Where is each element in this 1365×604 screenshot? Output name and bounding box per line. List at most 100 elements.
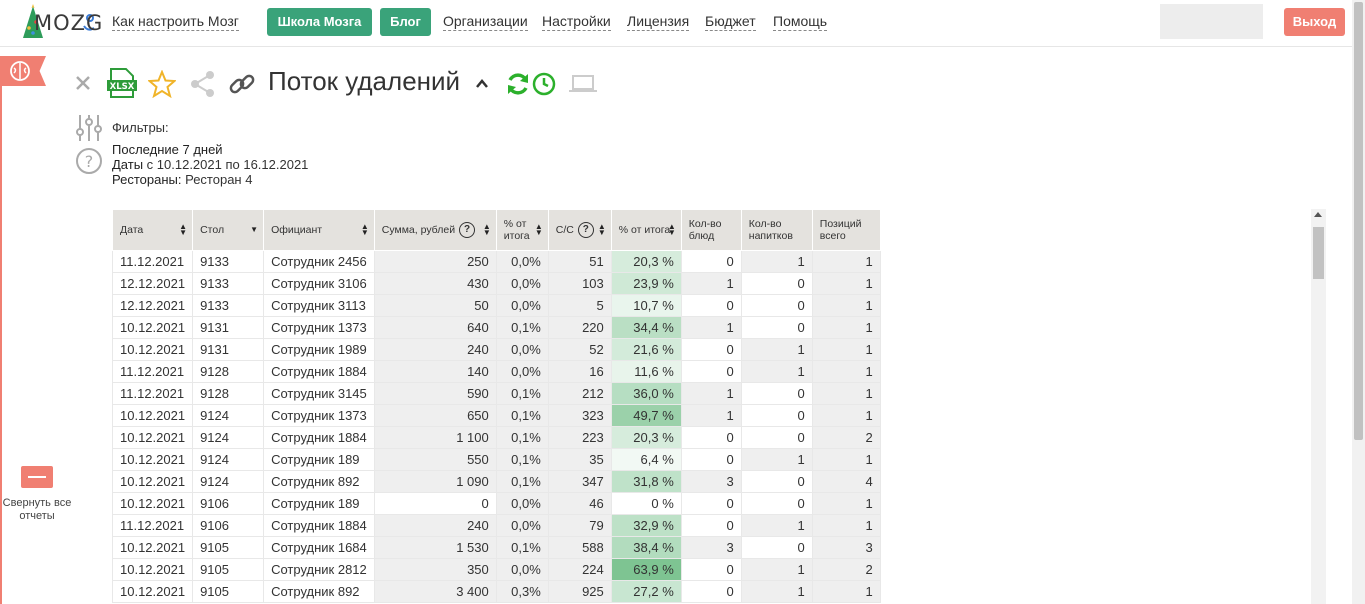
cell-positions: 1 <box>811 250 881 273</box>
collapse-report-button[interactable] <box>474 76 490 92</box>
column-header-sum[interactable]: Сумма, рублей? ▲ ▼ <box>373 209 497 251</box>
table-row[interactable]: 10.12.2021 9124 Сотрудник 1373 650 0,1% 323 49… <box>112 404 881 427</box>
cell-cost-percent: 34,4 % <box>610 316 682 339</box>
cell-dishes: 0 <box>680 294 742 317</box>
column-header-sum-percent[interactable]: % от итога ▲ ▼ <box>495 209 549 251</box>
table-row[interactable]: 11.12.2021 9128 Сотрудник 1884 140 0,0% 16 11,… <box>112 360 881 383</box>
table-row[interactable]: 10.12.2021 9131 Сотрудник 1989 240 0,0% 52 21,… <box>112 338 881 361</box>
mozg-logo[interactable]: MOZG <box>20 4 102 40</box>
cell-sum-percent: 0,1% <box>495 426 549 449</box>
organizations-link[interactable]: Организации <box>443 13 528 31</box>
clock-icon <box>532 72 556 96</box>
collapse-all-reports[interactable]: Свернуть все отчеты <box>2 466 72 523</box>
cell-date: 10.12.2021 <box>112 316 194 339</box>
cell-cost-percent: 23,9 % <box>610 272 682 295</box>
page-scrollbar-thumb[interactable] <box>1354 2 1363 440</box>
cell-waiter: Сотрудник 892 <box>263 580 375 603</box>
sort-icon: ▲ ▼ <box>667 222 676 237</box>
school-button[interactable]: Школа Мозга <box>267 8 372 36</box>
cell-waiter: Сотрудник 3106 <box>263 272 375 295</box>
logout-button[interactable]: Выход <box>1284 8 1345 36</box>
help-link[interactable]: Помощь <box>773 13 828 31</box>
page-scrollbar[interactable] <box>1352 0 1365 604</box>
scroll-up-arrow-icon[interactable] <box>1314 212 1322 217</box>
filter-dates-value: с 10.12.2021 по 16.12.2021 <box>146 157 309 172</box>
column-header-cost[interactable]: С/С? ▲ ▼ <box>547 209 612 251</box>
help-circle-icon[interactable]: ? <box>577 222 594 238</box>
cell-cost: 212 <box>547 382 612 405</box>
help-button[interactable]: ? <box>75 147 103 175</box>
cell-waiter: Сотрудник 2812 <box>263 558 375 581</box>
cell-waiter: Сотрудник 2456 <box>263 250 375 273</box>
budget-link[interactable]: Бюджет <box>705 13 756 31</box>
cell-cost: 103 <box>547 272 612 295</box>
sort-icon: ▲ ▼ <box>534 222 543 237</box>
cell-drinks: 0 <box>740 316 813 339</box>
cell-sum: 590 <box>373 382 497 405</box>
filters-label: Фильтры: <box>112 120 169 135</box>
table-row[interactable]: 10.12.2021 9106 Сотрудник 189 0 0,0% 46 0 % 0 0 1 <box>112 492 881 515</box>
present-button[interactable] <box>568 74 598 94</box>
cell-sum: 50 <box>373 294 497 317</box>
cell-cost: 52 <box>547 338 612 361</box>
table-row[interactable]: 12.12.2021 9133 Сотрудник 3113 50 0,0% 5 10,7 … <box>112 294 881 317</box>
table-row[interactable]: 12.12.2021 9133 Сотрудник 3106 430 0,0% 103 23… <box>112 272 881 295</box>
column-header-cost-percent[interactable]: % от итога ▲ ▼ <box>610 209 682 251</box>
column-header-label: Дата <box>120 224 144 236</box>
cell-waiter: Сотрудник 3145 <box>263 382 375 405</box>
table-row[interactable]: 10.12.2021 9124 Сотрудник 189 550 0,1% 35 6,4 … <box>112 448 881 471</box>
column-header-drinks[interactable]: Кол-во напитков <box>740 209 813 251</box>
table-row[interactable]: 10.12.2021 9124 Сотрудник 1884 1 100 0,1% 223… <box>112 426 881 449</box>
column-header-table[interactable]: Стол ▼ <box>192 209 265 251</box>
cell-sum-percent: 0,1% <box>495 404 549 427</box>
column-header-label: Официант <box>271 224 323 236</box>
column-header-date[interactable]: Дата ▲ ▼ <box>112 209 194 251</box>
refresh-button[interactable] <box>505 71 531 97</box>
table-row[interactable]: 10.12.2021 9105 Сотрудник 1684 1 530 0,1% 588… <box>112 536 881 559</box>
table-row[interactable]: 11.12.2021 9133 Сотрудник 2456 250 0,0% 51 20,… <box>112 250 881 273</box>
cell-date: 10.12.2021 <box>112 448 194 471</box>
cell-sum-percent: 0,0% <box>495 492 549 515</box>
cell-sum-percent: 0,0% <box>495 294 549 317</box>
how-to-setup-link[interactable]: Как настроить Мозг <box>112 13 239 31</box>
cell-sum: 650 <box>373 404 497 427</box>
cell-waiter: Сотрудник 1684 <box>263 536 375 559</box>
settings-link[interactable]: Настройки <box>542 13 611 31</box>
cell-cost: 35 <box>547 448 612 471</box>
filter-settings-button[interactable] <box>75 113 103 143</box>
share-icon <box>191 71 214 97</box>
cell-positions: 1 <box>811 294 881 317</box>
report-table-container[interactable]: Дата ▲ ▼ Стол ▼ Официант ▲ ▼ Сумма, рублей? ▲ ▼… <box>112 209 1312 604</box>
close-report-button[interactable] <box>74 74 92 92</box>
license-link[interactable]: Лицензия <box>627 13 690 31</box>
cell-sum: 0 <box>373 492 497 515</box>
blog-button[interactable]: Блог <box>380 8 431 36</box>
schedule-button[interactable] <box>532 72 556 96</box>
favorite-button[interactable] <box>146 69 178 99</box>
table-row[interactable]: 11.12.2021 9106 Сотрудник 1884 240 0,0% 79 32,… <box>112 514 881 537</box>
share-button[interactable] <box>189 70 217 98</box>
column-header-positions[interactable]: Позиций всего <box>811 209 881 251</box>
user-account-block[interactable] <box>1160 4 1263 39</box>
table-row[interactable]: 10.12.2021 9124 Сотрудник 892 1 090 0,1% 347 3… <box>112 470 881 493</box>
table-row[interactable]: 11.12.2021 9128 Сотрудник 3145 590 0,1% 212 36… <box>112 382 881 405</box>
copy-link-button[interactable] <box>228 70 256 98</box>
filter-dates: Даты с 10.12.2021 по 16.12.2021 <box>112 157 308 172</box>
column-header-waiter[interactable]: Официант ▲ ▼ <box>263 209 375 251</box>
column-header-dishes[interactable]: Кол-во блюд <box>680 209 742 251</box>
cell-table: 9133 <box>192 250 265 273</box>
export-xlsx-button[interactable]: XLSX <box>107 68 137 98</box>
scrollbar-thumb[interactable] <box>1313 227 1324 279</box>
table-row[interactable]: 10.12.2021 9105 Сотрудник 2812 350 0,0% 224 63… <box>112 558 881 581</box>
table-row[interactable]: 10.12.2021 9131 Сотрудник 1373 640 0,1% 220 34… <box>112 316 881 339</box>
cell-dishes: 0 <box>680 250 742 273</box>
help-circle-icon[interactable]: ? <box>459 222 476 238</box>
column-header-label: Кол-во напитков <box>748 218 793 242</box>
table-scrollbar[interactable] <box>1311 209 1326 604</box>
cell-date: 10.12.2021 <box>112 536 194 559</box>
brain-tab[interactable] <box>0 56 46 86</box>
cell-sum: 350 <box>373 558 497 581</box>
table-row[interactable]: 10.12.2021 9105 Сотрудник 892 3 400 0,3% 925 2… <box>112 580 881 603</box>
cell-cost: 347 <box>547 470 612 493</box>
cell-drinks: 1 <box>740 360 813 383</box>
